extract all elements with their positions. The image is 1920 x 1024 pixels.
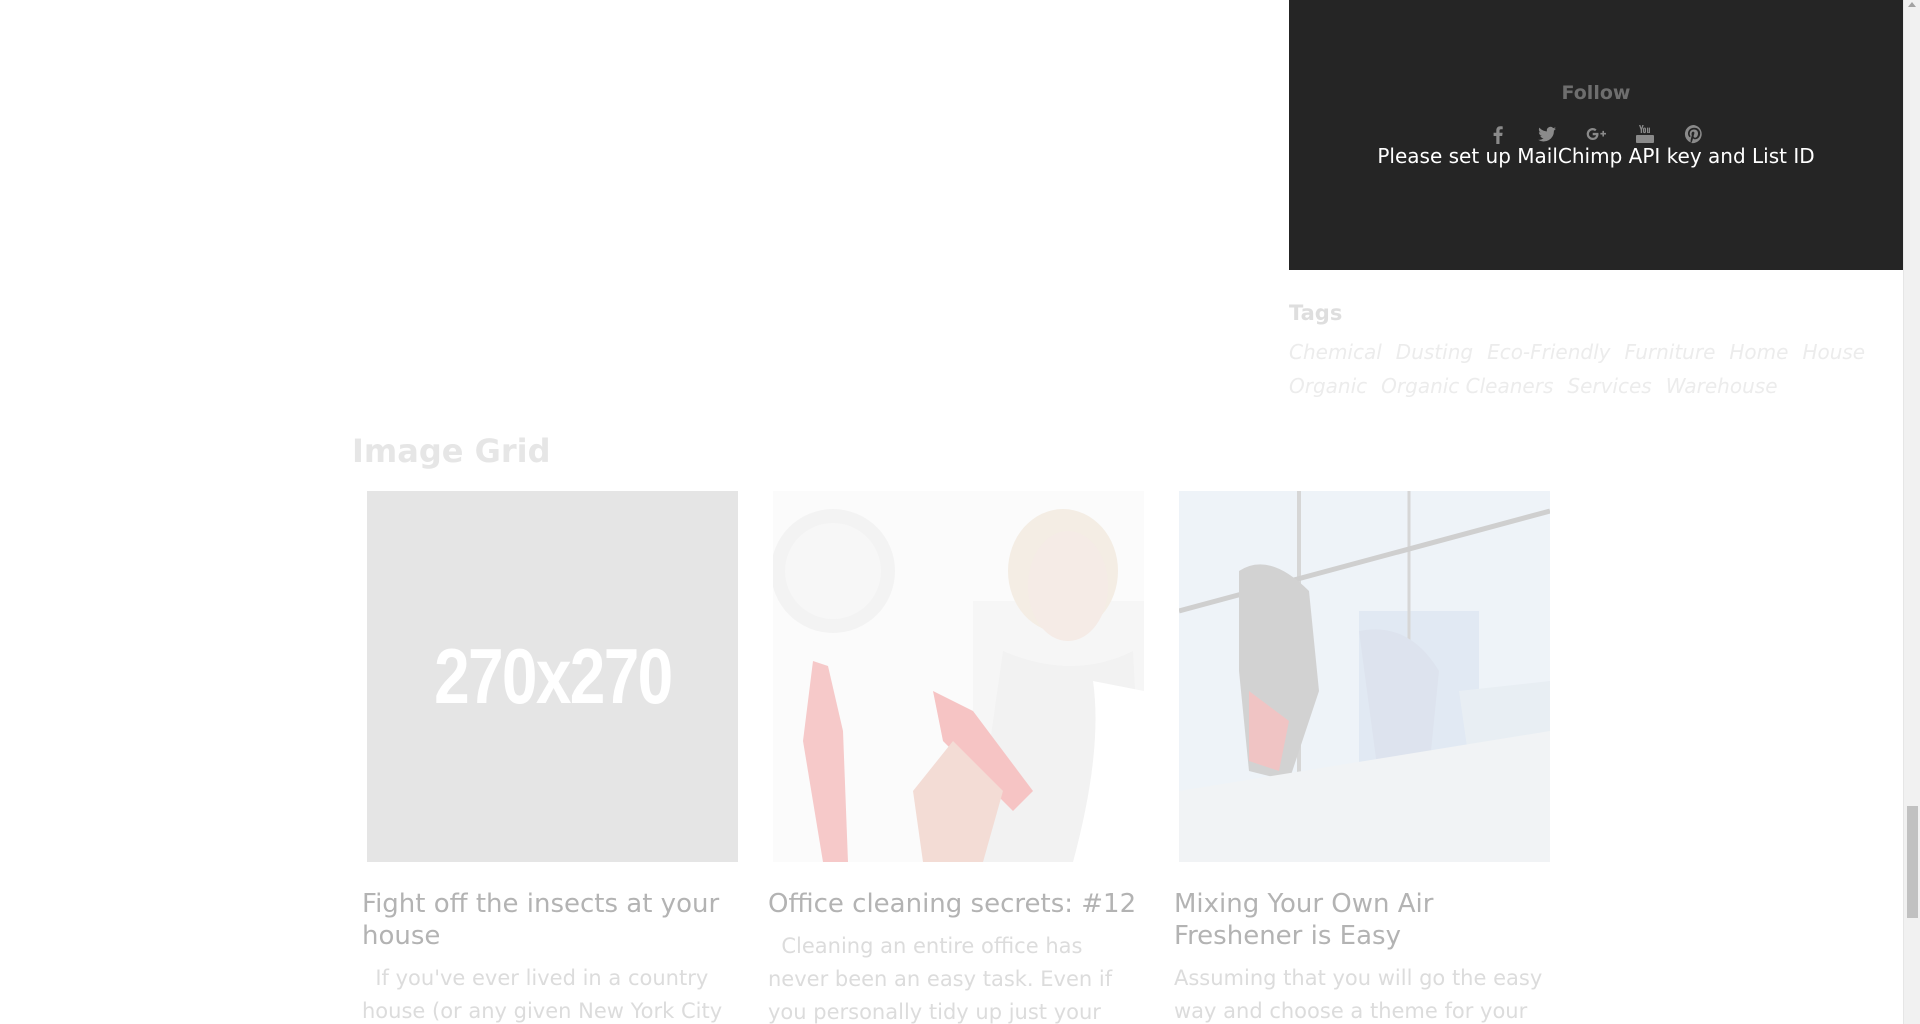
mailchimp-notice: Please set up MailChimp API key and List… [1377, 144, 1815, 168]
card-title[interactable]: Office cleaning secrets: #12 [768, 888, 1144, 920]
grid-card: Office cleaning secrets: #12 Cleaning an… [768, 491, 1144, 1024]
vertical-scrollbar[interactable] [1903, 0, 1920, 1024]
grid-card: Mixing Your Own Air Freshener is Easy As… [1174, 491, 1550, 1024]
window-cleaner-photo [1179, 491, 1550, 862]
card-title[interactable]: Mixing Your Own Air Freshener is Easy [1174, 888, 1550, 952]
card-image-cleaning-woman[interactable] [773, 491, 1144, 862]
cleaning-woman-photo [773, 491, 1144, 862]
card-image-window-cleaner[interactable] [1179, 491, 1550, 862]
tags-cloud: Chemical Dusting Eco-Friendly Furniture … [1289, 340, 1889, 398]
card-image-placeholder[interactable]: 270x270 [367, 491, 738, 862]
card-title[interactable]: Fight off the insects at your house [362, 888, 738, 952]
tag-link[interactable]: Dusting [1396, 340, 1473, 364]
tag-link[interactable]: Chemical [1289, 340, 1382, 364]
scroll-up-arrow-icon[interactable] [1908, 2, 1916, 7]
placeholder-label: 270x270 [433, 632, 673, 720]
tag-link[interactable]: Warehouse [1666, 374, 1778, 398]
tag-link[interactable]: Organic Cleaners [1381, 374, 1553, 398]
image-grid-title: Image Grid [352, 432, 551, 470]
tag-link[interactable]: Organic [1289, 374, 1367, 398]
tag-link[interactable]: Furniture [1625, 340, 1716, 364]
card-excerpt: If you've ever lived in a country house … [362, 966, 723, 1023]
tag-link[interactable]: House [1802, 340, 1865, 364]
tag-link[interactable]: Home [1729, 340, 1788, 364]
follow-widget: Follow Please set up MailChimp API key a… [1289, 0, 1903, 270]
tag-link[interactable]: Services [1567, 374, 1651, 398]
scrollbar-thumb[interactable] [1907, 806, 1918, 918]
tag-link[interactable]: Eco-Friendly [1487, 340, 1610, 364]
follow-title: Follow [1561, 82, 1631, 104]
grid-card: 270x270 Fight off the insects at your ho… [362, 491, 738, 1024]
card-excerpt: Assuming that you will go the easy way a… [1174, 966, 1549, 1023]
tags-title: Tags [1289, 301, 1343, 325]
card-excerpt: Cleaning an entire office has never been… [768, 934, 1113, 1024]
